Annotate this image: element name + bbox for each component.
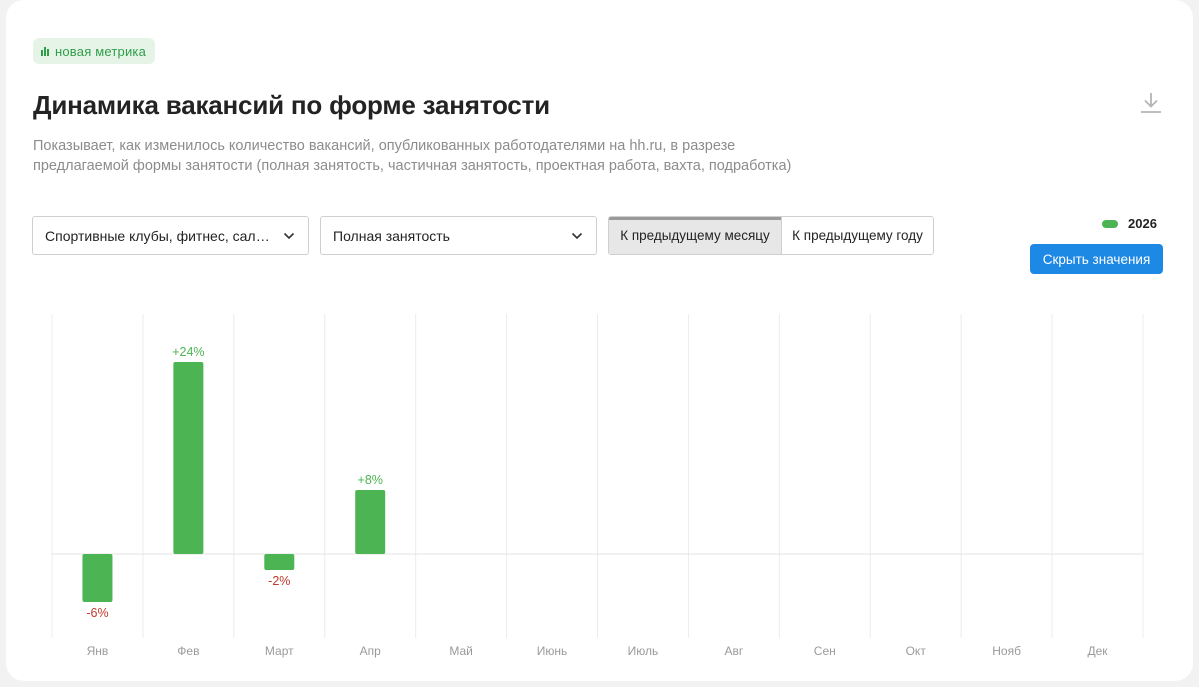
- x-tick-label: Нояб: [992, 644, 1021, 658]
- bar-chart: Янв -6% Фев +24% Март -2% Апр +8% Май Июнь Июль Авг…: [51, 314, 1144, 658]
- chart-bar: [264, 554, 295, 570]
- chart-bar: [82, 554, 113, 602]
- chart-bar: [355, 490, 386, 554]
- x-tick-label: Июнь: [537, 644, 568, 658]
- x-tick-label: Апр: [360, 644, 382, 658]
- x-tick-label: Фев: [177, 644, 199, 658]
- chart-bar: [173, 362, 204, 554]
- x-tick-label: Сен: [814, 644, 836, 658]
- data-label: +8%: [358, 473, 383, 487]
- x-tick-label: Авг: [724, 644, 743, 658]
- data-label: -2%: [268, 574, 290, 588]
- x-tick-label: Май: [449, 644, 473, 658]
- x-tick-label: Дек: [1088, 644, 1109, 658]
- x-tick-label: Июль: [628, 644, 659, 658]
- data-label: +24%: [172, 345, 204, 359]
- x-tick-label: Окт: [906, 644, 927, 658]
- x-tick-label: Март: [265, 644, 294, 658]
- x-tick-label: Янв: [87, 644, 109, 658]
- data-label: -6%: [86, 606, 108, 620]
